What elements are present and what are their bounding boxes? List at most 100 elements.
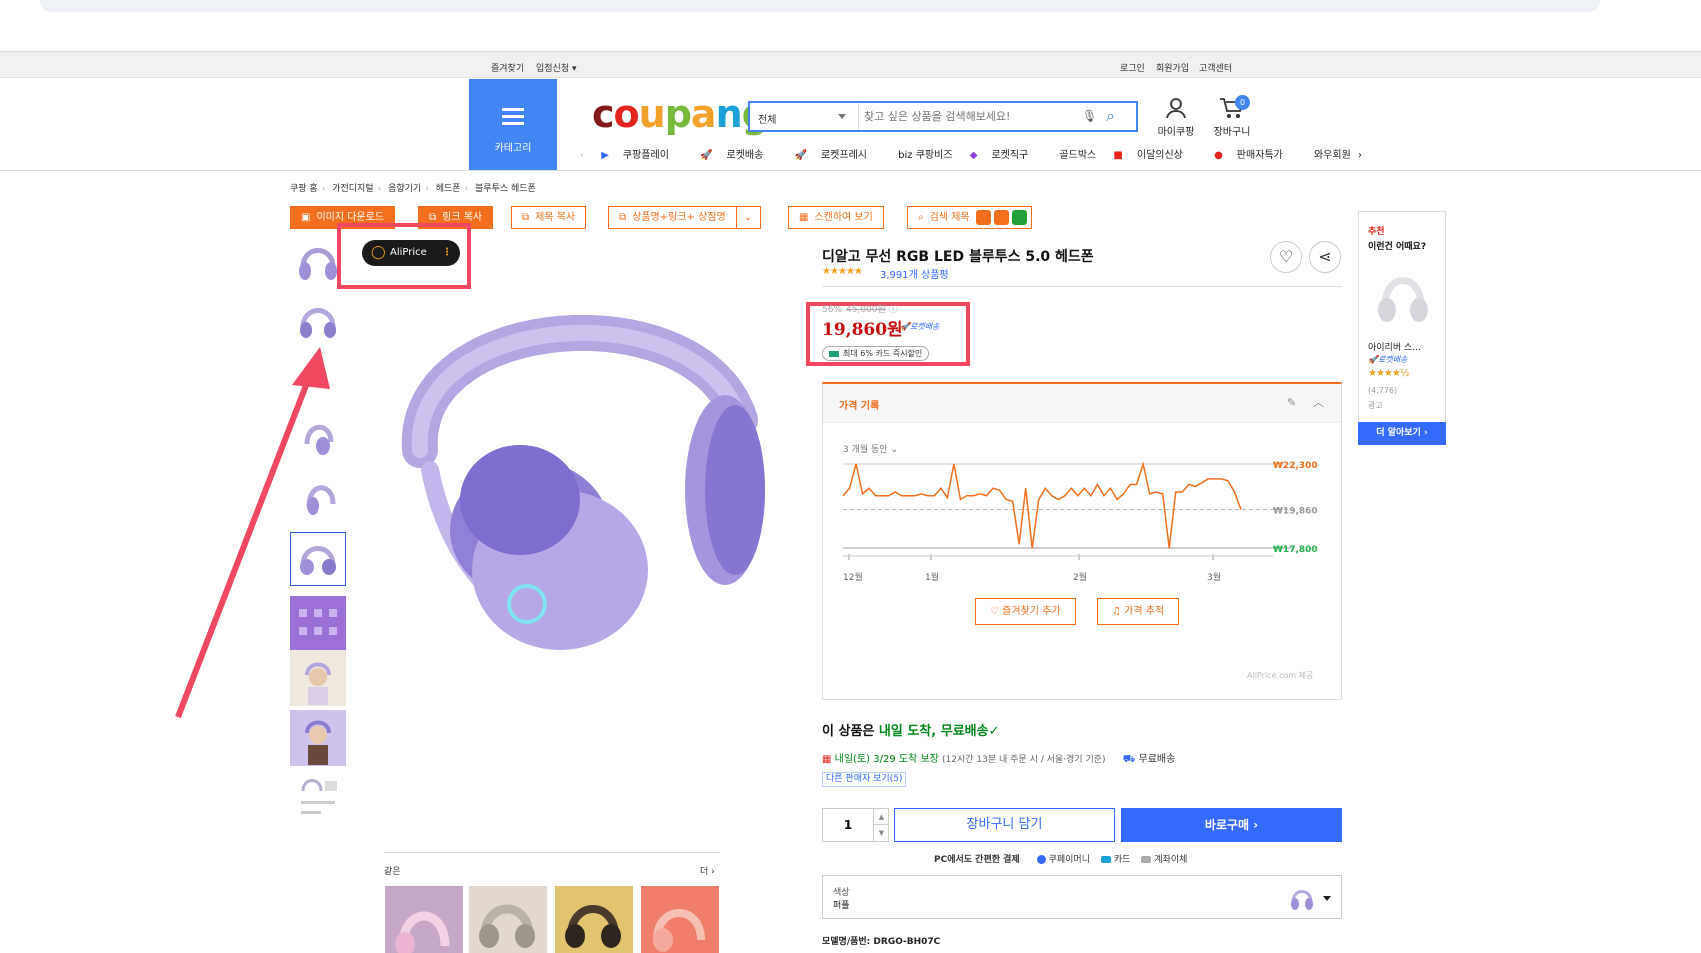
subnav-item[interactable]: ▶ 쿠팡플레이 xyxy=(601,150,683,161)
headphone-icon xyxy=(565,905,621,948)
subnav-item[interactable]: 🚀 로켓프레시 xyxy=(795,150,881,161)
product-thumbnail-active[interactable] xyxy=(290,532,346,586)
product-thumbnail[interactable] xyxy=(290,470,346,524)
related-product-thumbnail[interactable] xyxy=(469,886,547,953)
login-link[interactable]: 로그인 xyxy=(1120,61,1145,74)
title-copy-button[interactable]: ⧉ 제목 복사 xyxy=(511,206,587,229)
recommended-product-image[interactable] xyxy=(1373,262,1433,332)
rating-stars: ★★★★½ xyxy=(1368,368,1410,379)
month-tick-label: 12월 xyxy=(843,571,863,583)
original-price: 56% 45,000원 ⓘ xyxy=(822,305,898,315)
breadcrumb: 쿠팡 홈 › 가전디지털 › 음향기기 › 헤드폰 › 블루투스 헤드폰 xyxy=(290,184,536,194)
taobao-icon[interactable] xyxy=(975,209,991,225)
search-bar: 전체 🎙 ⌕ xyxy=(748,101,1138,132)
subnav-item[interactable]: ● 판매자특가 xyxy=(1214,150,1297,161)
chevron-right-icon[interactable]: › xyxy=(1358,150,1362,161)
subnav-item[interactable]: ◆ 로켓직구 xyxy=(970,150,1043,161)
product-thumbnail[interactable] xyxy=(290,650,346,706)
price-track-button[interactable]: ♫ 가격 추적 xyxy=(1097,598,1180,625)
alibaba-icon[interactable] xyxy=(993,209,1009,225)
product-link-copy-button[interactable]: ⧉ 상품명+링크+ 상점명 ⌄ xyxy=(608,206,761,229)
mypage-button[interactable]: 마이쿠팡 xyxy=(1154,96,1198,138)
divider xyxy=(858,103,859,130)
search-title-button[interactable]: ⌕ 검색 제목 xyxy=(907,206,1032,229)
address-bar[interactable] xyxy=(40,0,1600,12)
other-sellers-link[interactable]: 다른 판매자 보기(5) xyxy=(822,772,907,787)
decrement-icon[interactable]: ▼ xyxy=(873,825,889,841)
signup-link[interactable]: 회원가입 xyxy=(1156,61,1189,74)
add-favorite-button[interactable]: ♡ 즐겨찾기 추가 xyxy=(975,598,1076,625)
mypage-label: 마이쿠팡 xyxy=(1157,127,1195,138)
quantity-stepper: ▲ ▼ xyxy=(822,808,889,842)
scan-button[interactable]: ▦ 스캔하여 보기 xyxy=(788,206,884,229)
chevron-down-icon[interactable]: ⌄ xyxy=(735,207,760,228)
bookmark-link[interactable]: 즐겨찾기 xyxy=(491,61,524,74)
seller-signup-link[interactable]: 입점신청 ▾ xyxy=(536,61,577,74)
share-icon[interactable]: ⋖ xyxy=(1309,241,1341,273)
price-history-panel: 가격 기록 ✎ ︿ 3 개월 동안 ⌄ ₩22,300 ₩19,860 ₩17,80… xyxy=(822,382,1342,700)
option-key: 색상 xyxy=(833,888,850,898)
related-product-thumbnail[interactable] xyxy=(555,886,633,953)
product-thumbnail[interactable] xyxy=(290,596,346,650)
breadcrumb-item[interactable]: 쿠팡 홈 xyxy=(290,184,318,194)
related-section-title: 같은 xyxy=(384,867,401,877)
learn-more-button[interactable]: 더 알아보기 › xyxy=(1358,422,1446,445)
review-count-link[interactable]: 3,991개 상품평 xyxy=(880,266,949,281)
chevron-left-icon[interactable]: ‹ xyxy=(580,150,584,161)
copy-icon: ⧉ xyxy=(619,212,627,223)
add-to-cart-button[interactable]: 장바구니 담기 xyxy=(894,808,1115,842)
subnav-item[interactable]: 골드박스 xyxy=(1059,150,1096,161)
subnav-item[interactable]: biz 쿠팡비즈 xyxy=(898,150,952,161)
subnav-item[interactable]: 🚀 로켓배송 xyxy=(700,150,777,161)
cart-label: 장바구니 xyxy=(1213,127,1251,138)
product-thumbnail[interactable] xyxy=(290,710,346,766)
recommended-product-name[interactable]: 아이리버 스... xyxy=(1368,340,1421,353)
coupang-logo[interactable]: coupang xyxy=(592,92,769,136)
increment-icon[interactable]: ▲ xyxy=(873,809,889,825)
quantity-input[interactable] xyxy=(823,809,873,841)
headphone-icon xyxy=(300,546,336,575)
search-input[interactable] xyxy=(864,107,1064,126)
review-count: (4,776) xyxy=(1368,386,1398,395)
image-icon: ▣ xyxy=(301,212,311,223)
category-label: 카테고리 xyxy=(494,143,532,154)
headphone-icon xyxy=(304,424,334,455)
search-category-select[interactable]: 전체 xyxy=(758,111,776,126)
related-product-thumbnail[interactable] xyxy=(641,886,719,953)
product-thumbnail[interactable] xyxy=(290,235,346,289)
heart-icon[interactable]: ♡ xyxy=(1270,241,1302,273)
bell-icon: ♫ xyxy=(1112,606,1121,617)
subnav-item[interactable]: ■ 이달의신상 xyxy=(1113,150,1196,161)
microphone-icon[interactable]: 🎙 xyxy=(1082,109,1097,123)
model-photo-icon xyxy=(305,720,331,765)
product-title: 디알고 무선 RGB LED 블루투스 5.0 헤드폰 xyxy=(822,249,1094,265)
subnav-item[interactable]: 와우회원 xyxy=(1314,150,1351,161)
edit-icon[interactable]: ✎ xyxy=(1287,396,1296,409)
product-thumbnail[interactable] xyxy=(290,770,346,826)
product-thumbnail[interactable] xyxy=(290,295,346,349)
chevron-up-icon[interactable]: ︿ xyxy=(1313,394,1324,410)
breadcrumb-item[interactable]: 가전디지털 xyxy=(332,184,373,194)
search-icon[interactable]: ⌕ xyxy=(1106,106,1115,126)
price-series-line xyxy=(842,461,1242,549)
category-button[interactable]: 카테고리 xyxy=(469,79,557,170)
header-divider xyxy=(0,170,1701,171)
more-link[interactable]: 더 › xyxy=(700,864,715,877)
headphone-icon xyxy=(395,911,450,953)
breadcrumb-item[interactable]: 음향기기 xyxy=(388,184,421,194)
card-discount-badge[interactable]: 최대 6% 카드 즉시할인 xyxy=(822,346,930,361)
chevron-down-icon xyxy=(1323,896,1331,901)
product-thumbnail[interactable] xyxy=(290,410,346,464)
model-number: 모델명/품번: DRGO-BH07C xyxy=(822,937,941,947)
breadcrumb-item[interactable]: 헤드폰 xyxy=(436,184,461,194)
customer-center-link[interactable]: 고객센터 xyxy=(1199,61,1232,74)
price-chart: ₩22,300 ₩19,860 ₩17,800 12월 1월 2월 3월 xyxy=(842,461,1318,583)
cart-count-badge: 0 xyxy=(1235,95,1250,110)
month-tick-label: 2월 xyxy=(1073,571,1087,583)
related-product-thumbnail[interactable] xyxy=(385,886,463,953)
buy-now-button[interactable]: 바로구매 › xyxy=(1121,808,1342,842)
breadcrumb-item[interactable]: 블루투스 헤드폰 xyxy=(475,184,536,194)
price-history-title: 가격 기록 xyxy=(839,401,880,412)
store-icon[interactable] xyxy=(1011,209,1027,225)
color-option-select[interactable]: 색상 퍼플 xyxy=(822,875,1342,919)
